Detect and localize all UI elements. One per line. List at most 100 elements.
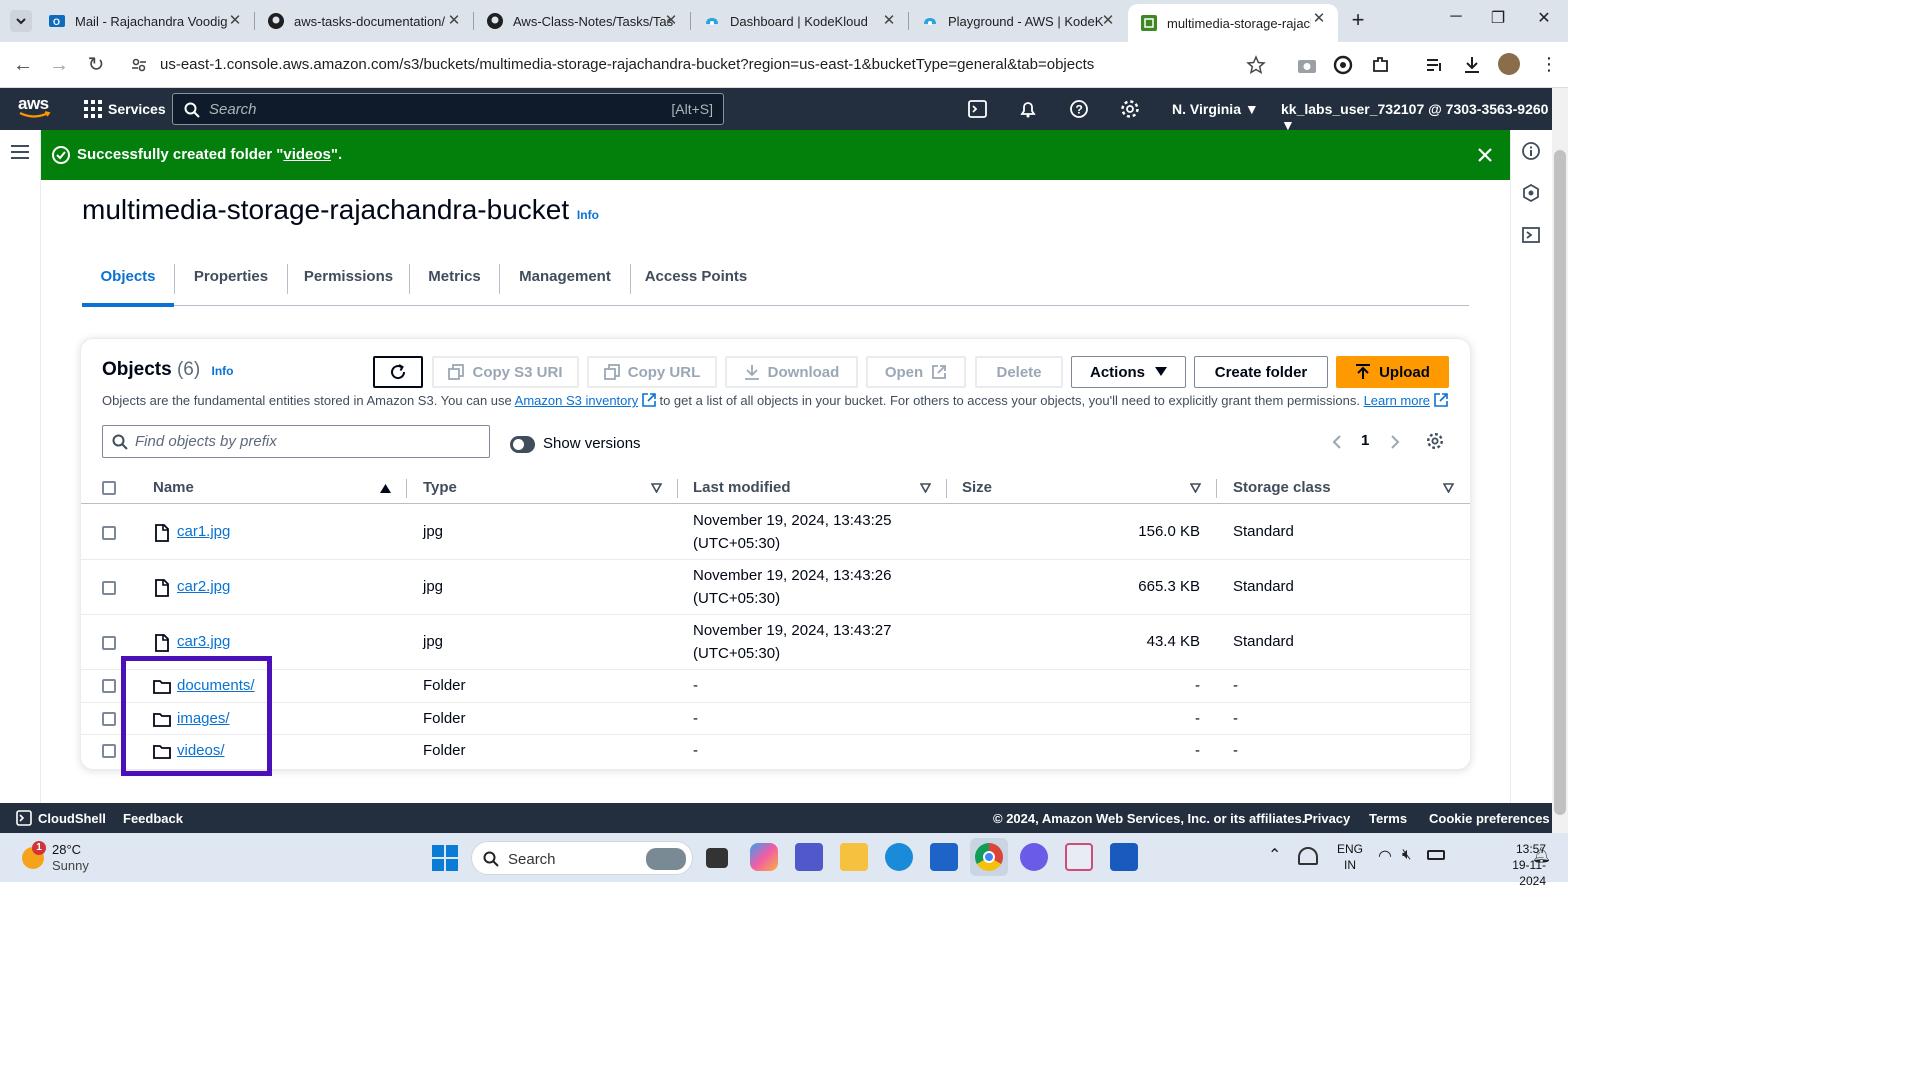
tab-objects[interactable]: Objects — [82, 256, 174, 307]
tab-access-points[interactable]: Access Points — [631, 256, 761, 306]
column-type[interactable]: Type — [423, 479, 457, 496]
object-name-link[interactable]: car1.jpg — [177, 523, 230, 540]
browser-tab-kodekloud-dashboard[interactable]: Dashboard | KodeKloud ✕ — [691, 6, 908, 36]
tab-close-icon[interactable]: ✕ — [880, 12, 898, 30]
task-view-icon[interactable] — [706, 848, 728, 868]
privacy-link[interactable]: Privacy — [1304, 811, 1350, 826]
row-checkbox[interactable] — [102, 526, 116, 540]
screenshot-icon[interactable] — [1296, 54, 1318, 76]
find-objects-input[interactable]: Find objects by prefix — [102, 425, 490, 458]
close-icon[interactable] — [1477, 147, 1493, 163]
chevron-right-icon[interactable] — [1389, 435, 1401, 449]
object-name-link[interactable]: car2.jpg — [177, 578, 230, 595]
new-tab-button[interactable]: + — [1347, 9, 1369, 31]
upload-button[interactable]: Upload — [1336, 356, 1449, 388]
tab-permissions[interactable]: Permissions — [288, 256, 409, 306]
network-status-icon[interactable] — [1298, 847, 1318, 865]
store-icon[interactable] — [930, 843, 958, 871]
page-number[interactable]: 1 — [1361, 432, 1369, 449]
aws-logo[interactable]: aws — [18, 94, 52, 122]
table-row[interactable]: car3.jpg jpg November 19, 2024, 13:43:27… — [81, 615, 1470, 670]
table-row[interactable]: videos/ Folder - - - — [81, 735, 1470, 767]
sort-caret-icon[interactable] — [651, 483, 662, 493]
site-settings-icon[interactable] — [130, 56, 148, 74]
teams-icon[interactable] — [795, 843, 823, 871]
edge-icon[interactable] — [885, 843, 913, 871]
copy-url-button[interactable]: Copy URL — [587, 356, 717, 388]
sort-caret-icon[interactable] — [1190, 483, 1201, 493]
copilot-app-icon[interactable] — [1020, 843, 1048, 871]
chevron-left-icon[interactable] — [1331, 435, 1343, 449]
row-checkbox[interactable] — [102, 744, 116, 758]
table-preferences-gear-icon[interactable] — [1426, 432, 1444, 450]
cloudshell-link[interactable]: CloudShell — [38, 811, 106, 826]
table-row[interactable]: images/ Folder - - - — [81, 703, 1470, 735]
s3-inventory-link[interactable]: Amazon S3 inventory — [515, 393, 639, 408]
scrollbar-thumb[interactable] — [1554, 150, 1566, 815]
services-menu[interactable]: Services — [108, 101, 166, 117]
wifi-icon[interactable]: ◠ — [1378, 846, 1392, 866]
notification-bell-icon[interactable]: 🔔︎ — [1532, 846, 1551, 864]
column-storage-class[interactable]: Storage class — [1233, 479, 1331, 496]
copy-s3-uri-button[interactable]: Copy S3 URI — [432, 356, 579, 388]
actions-dropdown[interactable]: Actions — [1071, 356, 1186, 388]
sort-caret-icon[interactable] — [1443, 483, 1454, 493]
sort-caret-icon[interactable] — [920, 483, 931, 493]
show-versions-toggle[interactable] — [510, 436, 535, 453]
copilot-icon[interactable] — [750, 843, 778, 871]
browser-tab-github-notes[interactable]: Aws-Class-Notes/Tasks/Tas ✕ — [474, 6, 690, 36]
region-selector[interactable]: N. Virginia ▼ — [1172, 101, 1259, 117]
tools-panel-icon[interactable] — [1522, 226, 1540, 244]
url-field[interactable]: us-east-1.console.aws.amazon.com/s3/buck… — [120, 48, 1280, 82]
create-folder-button[interactable]: Create folder — [1194, 356, 1328, 388]
volume-muted-icon[interactable]: 🔇︎ — [1402, 846, 1411, 863]
browser-tab-s3-bucket[interactable]: multimedia-storage-rajach ✕ — [1128, 4, 1338, 42]
account-menu[interactable]: kk_labs_user_732107 @ 7303-3563-9260 ▼ — [1281, 101, 1552, 133]
info-panel-icon[interactable] — [1522, 142, 1540, 160]
media-control-icon[interactable] — [1424, 54, 1446, 76]
file-explorer-icon[interactable] — [840, 843, 868, 871]
table-row[interactable]: documents/ Folder - - - — [81, 670, 1470, 703]
tab-properties[interactable]: Properties — [175, 256, 287, 306]
puzzle-icon[interactable] — [1370, 54, 1392, 76]
hamburger-menu-icon[interactable] — [11, 144, 29, 160]
tab-management[interactable]: Management — [500, 256, 630, 306]
forward-button[interactable]: → — [46, 52, 72, 78]
services-grid-icon[interactable] — [84, 100, 102, 118]
help-icon[interactable]: ? — [1069, 99, 1089, 119]
table-row[interactable]: car2.jpg jpg November 19, 2024, 13:43:26… — [81, 560, 1470, 615]
browser-tab-github-docs[interactable]: aws-tasks-documentation/ ✕ — [255, 6, 473, 36]
back-button[interactable]: ← — [10, 52, 36, 78]
tab-close-icon[interactable]: ✕ — [226, 12, 244, 30]
download-icon[interactable] — [1461, 54, 1483, 76]
row-checkbox[interactable] — [102, 712, 116, 726]
feedback-hexagon-icon[interactable] — [1522, 184, 1540, 202]
sort-ascending-icon[interactable] — [380, 483, 391, 493]
battery-icon[interactable] — [1427, 850, 1445, 860]
snipping-tool-icon[interactable] — [1065, 843, 1093, 871]
column-size[interactable]: Size — [962, 479, 992, 496]
tab-close-icon[interactable]: ✕ — [445, 12, 463, 30]
cloudshell-icon[interactable] — [968, 99, 988, 119]
open-button[interactable]: Open — [866, 356, 966, 388]
object-name-link[interactable]: car3.jpg — [177, 633, 230, 650]
browser-tab-mail[interactable]: O Mail - Rajachandra Voodig ✕ — [36, 6, 254, 36]
chrome-icon[interactable] — [970, 838, 1008, 876]
profile-avatar[interactable] — [1498, 53, 1520, 75]
start-button[interactable] — [432, 845, 458, 871]
flash-folder-link[interactable]: videos — [283, 146, 331, 163]
chevron-up-icon[interactable]: ⌃ — [1268, 845, 1281, 865]
row-checkbox[interactable] — [102, 679, 116, 693]
language-indicator[interactable]: ENG IN — [1336, 841, 1364, 873]
extension-icon[interactable] — [1332, 54, 1354, 76]
bookmark-star-icon[interactable] — [1246, 55, 1266, 75]
close-window-button[interactable]: ✕ — [1530, 8, 1558, 32]
reload-button[interactable]: ↻ — [83, 52, 109, 78]
minimize-button[interactable]: ─ — [1442, 8, 1470, 32]
select-all-checkbox[interactable] — [102, 481, 116, 495]
download-button[interactable]: Download — [725, 356, 858, 388]
browser-tab-playground[interactable]: Playground - AWS | KodeK ✕ — [909, 6, 1127, 36]
tab-close-icon[interactable]: ✕ — [1310, 10, 1328, 28]
tab-close-icon[interactable]: ✕ — [662, 12, 680, 30]
objects-info-link[interactable]: Info — [212, 364, 234, 378]
